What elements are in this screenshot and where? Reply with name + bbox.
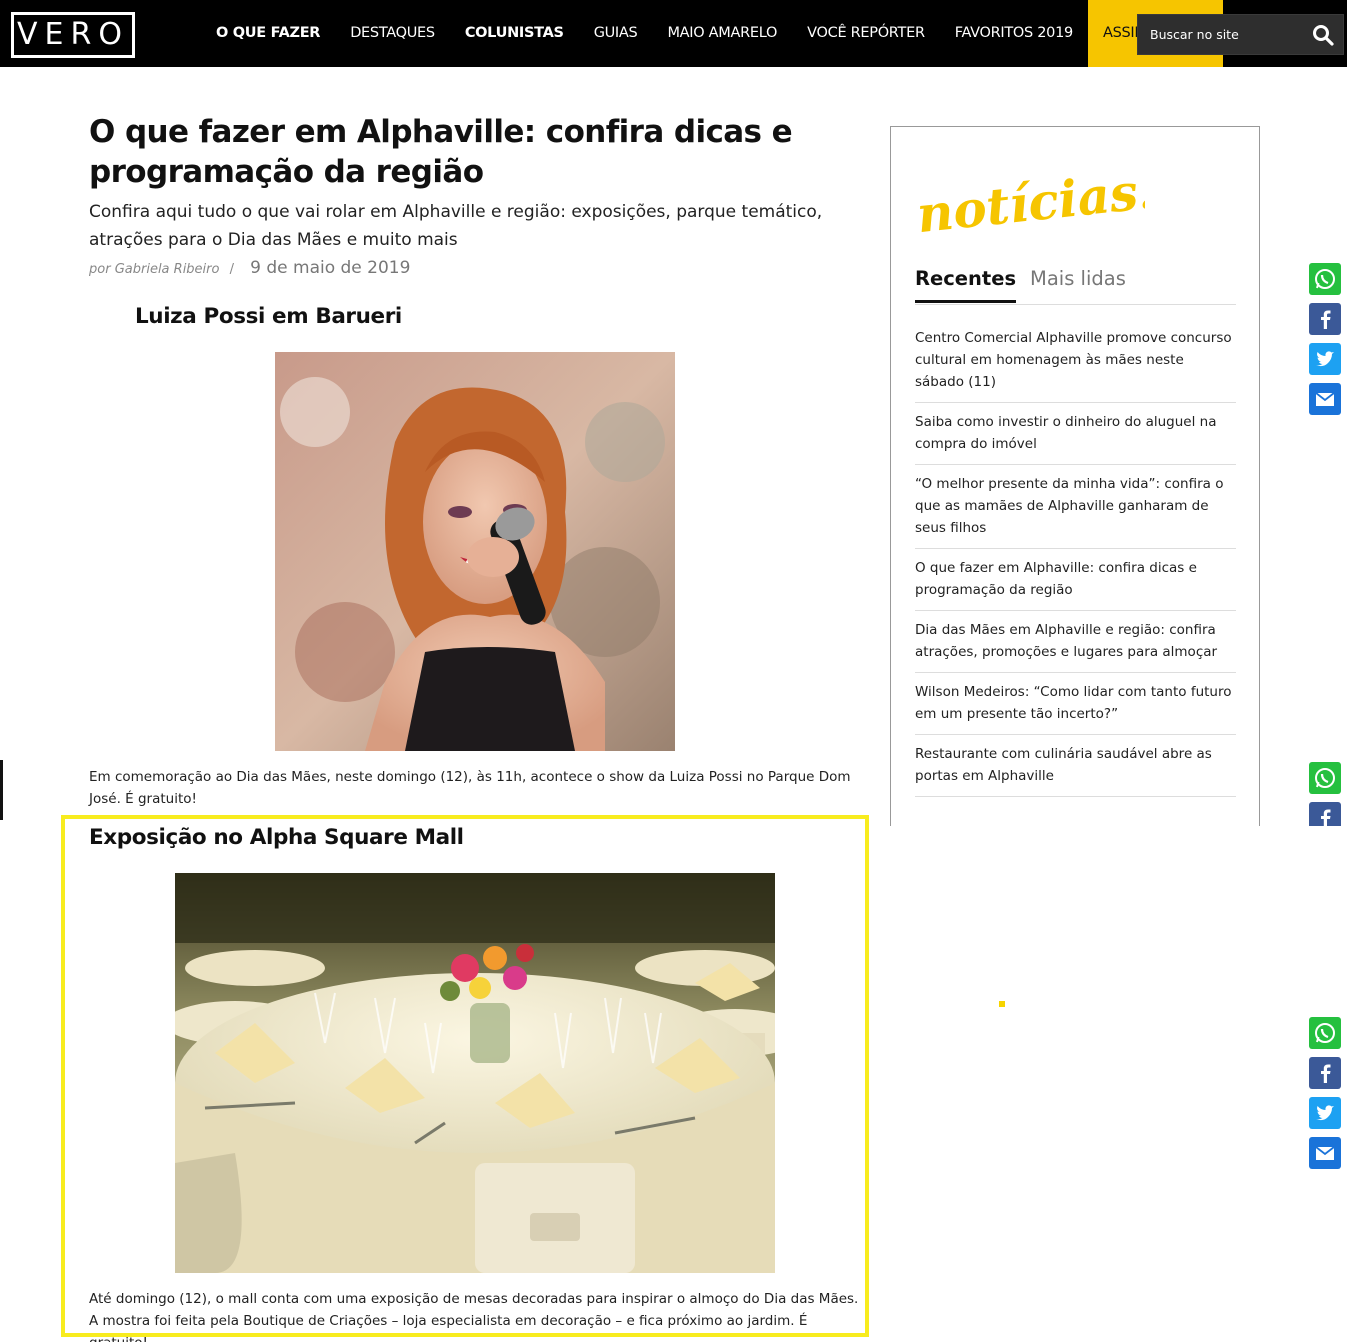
byline: por Gabriela Ribeiro / 9 de maio de 2019 (89, 258, 410, 278)
nav-item-guias[interactable]: GUIAS (579, 0, 653, 67)
noticias-logo: notícias! (914, 149, 1163, 253)
twitter-share-button[interactable] (1309, 1097, 1341, 1129)
share-bar (1309, 762, 1341, 826)
facebook-icon (1321, 310, 1331, 329)
author-name[interactable]: Gabriela Ribeiro (115, 262, 220, 277)
facebook-share-button[interactable] (1309, 303, 1341, 335)
facebook-icon (1321, 1064, 1331, 1083)
search-button[interactable] (1309, 21, 1337, 49)
whatsapp-share-button[interactable] (1309, 1017, 1341, 1049)
news-item[interactable]: Saiba como investir o dinheiro do alugue… (915, 403, 1236, 465)
news-item[interactable]: Restaurante com culinária saudável abre … (915, 735, 1236, 797)
section-heading: Exposição no Alpha Square Mall (89, 825, 464, 850)
publish-date: 9 de maio de 2019 (250, 258, 411, 278)
news-item[interactable]: O que fazer em Alphaville: confira dicas… (915, 549, 1236, 611)
email-share-button[interactable] (1309, 383, 1341, 415)
left-edge-marker (0, 760, 3, 820)
share-bar (1309, 1017, 1341, 1177)
email-share-button[interactable] (1309, 1137, 1341, 1169)
noticias-logo-image: notícias! (914, 160, 1163, 244)
twitter-share-button[interactable] (1309, 343, 1341, 375)
news-item[interactable]: Wilson Medeiros: “Como lidar com tanto f… (915, 673, 1236, 735)
news-list: Centro Comercial Alphaville promove conc… (915, 319, 1236, 797)
main-nav: O QUE FAZER DESTAQUES COLUNISTAS GUIAS M… (201, 0, 1223, 67)
email-icon (1315, 1146, 1335, 1160)
whatsapp-share-button[interactable] (1309, 263, 1341, 295)
nav-item-maio-amarelo[interactable]: MAIO AMARELO (652, 0, 792, 67)
email-icon (1315, 392, 1335, 406)
article-title: O que fazer em Alphaville: confira dicas… (89, 114, 793, 190)
section-text: Até domingo (12), o mall conta com uma e… (89, 1291, 859, 1342)
singer-photo-image (275, 352, 675, 751)
section-text: Em comemoração ao Dia das Mães, neste do… (89, 769, 851, 807)
article-subtitle: Confira aqui tudo o que vai rolar em Alp… (89, 202, 823, 250)
decorative-dot (999, 1001, 1005, 1007)
share-bar (1309, 263, 1341, 423)
search-box (1137, 14, 1344, 55)
whatsapp-icon (1315, 269, 1335, 289)
nav-item-voce-reporter[interactable]: VOCÊ REPÓRTER (792, 0, 940, 67)
tab-recentes[interactable]: Recentes (915, 267, 1017, 303)
nav-item-colunistas[interactable]: COLUNISTAS (450, 0, 579, 67)
facebook-icon (1321, 809, 1331, 826)
byline-separator: / (229, 262, 234, 277)
search-icon (1313, 25, 1334, 46)
table-setting-photo-image (175, 873, 775, 1273)
news-item[interactable]: “O melhor presente da minha vida”: confi… (915, 465, 1236, 549)
section-heading: Luiza Possi em Barueri (135, 304, 402, 329)
twitter-icon (1316, 1105, 1334, 1121)
top-navbar: VERO O QUE FAZER DESTAQUES COLUNISTAS GU… (0, 0, 1347, 67)
search-input[interactable] (1138, 15, 1303, 54)
news-item[interactable]: Centro Comercial Alphaville promove conc… (915, 319, 1236, 403)
byline-prefix: por (89, 262, 111, 277)
whatsapp-icon (1315, 768, 1335, 788)
twitter-icon (1316, 351, 1334, 367)
tab-mais-lidas[interactable]: Mais lidas (1030, 267, 1126, 300)
facebook-share-button[interactable] (1309, 1057, 1341, 1089)
whatsapp-icon (1315, 1023, 1335, 1043)
table-setting-photo (175, 873, 775, 1273)
nav-item-favoritos-2019[interactable]: FAVORITOS 2019 (940, 0, 1088, 67)
singer-photo (275, 352, 675, 751)
nav-item-destaques[interactable]: DESTAQUES (335, 0, 450, 67)
news-item[interactable]: Dia das Mães em Alphaville e região: con… (915, 611, 1236, 673)
whatsapp-share-button[interactable] (1309, 762, 1341, 794)
site-logo[interactable]: VERO (11, 12, 135, 58)
facebook-share-button[interactable] (1309, 802, 1341, 826)
sidebar-tabs: Recentes Mais lidas (915, 265, 1236, 305)
nav-item-o-que-fazer[interactable]: O QUE FAZER (201, 0, 335, 67)
noticias-logo-text: notícias! (915, 160, 1145, 244)
news-sidebar: notícias! Recentes Mais lidas Centro Com… (890, 126, 1260, 826)
